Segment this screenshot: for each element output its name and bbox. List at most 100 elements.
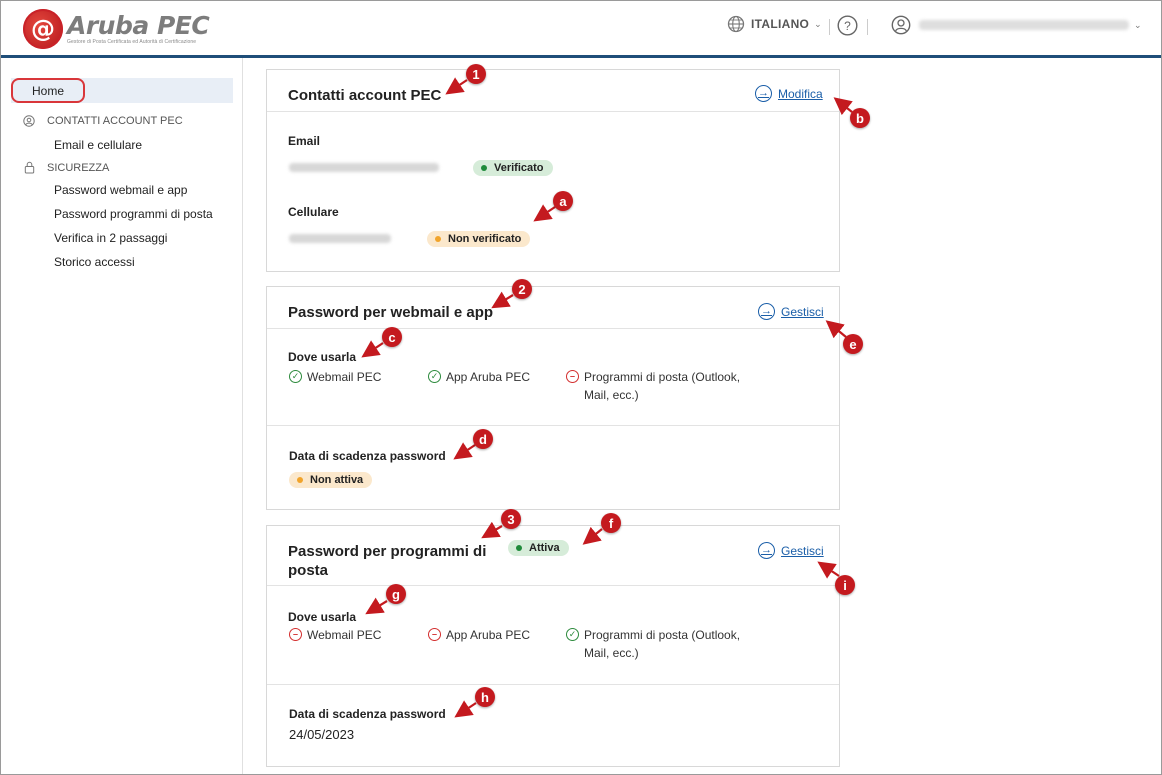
status-dot-icon — [481, 165, 487, 171]
chevron-down-icon: ⌄ — [1134, 19, 1142, 30]
sidebar-item-email-cellulare[interactable]: Email e cellulare — [54, 138, 142, 152]
client-password-header: Password per programmi di posta Attiva →… — [267, 526, 839, 586]
phone-value-redacted — [289, 234, 391, 243]
annotation-marker-2: 2 — [512, 279, 532, 299]
contacts-card: Contatti account PEC → Modifica Email Ve… — [266, 69, 840, 272]
phone-status-badge: Non verificato — [427, 231, 531, 247]
minus-circle-icon: – — [428, 628, 441, 641]
use-app-aruba-pec: – App Aruba PEC — [428, 626, 530, 644]
check-circle-icon: ✓ — [428, 370, 441, 383]
use-mail-clients: ✓ Programmi di posta (Outlook, Mail, ecc… — [566, 626, 766, 662]
arrow-right-circle-icon: → — [758, 542, 775, 559]
arrow-right-circle-icon: → — [755, 85, 772, 102]
sidebar-section-security: SICUREZZA — [21, 161, 109, 174]
lock-icon — [24, 161, 34, 174]
client-password-status-badge: Attiva — [508, 540, 569, 556]
sidebar-item-verifica-2-passaggi[interactable]: Verifica in 2 passaggi — [54, 231, 167, 245]
webmail-where-label: Dove usarla — [288, 350, 357, 364]
app-window: @ Aruba PEC Gestore di Posta Certificata… — [0, 0, 1162, 775]
client-password-manage-label: Gestisci — [781, 543, 824, 558]
sidebar-section-contacts: CONTATTI ACCOUNT PEC — [21, 115, 183, 127]
contacts-edit-label: Modifica — [778, 86, 823, 101]
logo-mark-icon: @ — [23, 9, 63, 49]
use-label: Webmail PEC — [307, 628, 382, 642]
language-selector[interactable]: ITALIANO ⌄ — [727, 15, 822, 33]
sidebar-item-storico-accessi[interactable]: Storico accessi — [54, 255, 135, 269]
contacts-card-header: Contatti account PEC → Modifica — [267, 70, 839, 112]
annotation-marker-d: d — [473, 429, 493, 449]
section-divider — [267, 425, 839, 426]
sidebar-section-label: CONTATTI ACCOUNT PEC — [47, 115, 183, 127]
client-expiry-date: 24/05/2023 — [289, 727, 355, 742]
client-expiry-label: Data di scadenza password — [289, 707, 446, 721]
logo-title: Aruba PEC — [67, 11, 210, 40]
minus-circle-icon: – — [289, 628, 302, 641]
sidebar-item-password-webmail[interactable]: Password webmail e app — [54, 183, 187, 197]
client-password-card: Password per programmi di posta Attiva →… — [266, 525, 840, 767]
webmail-expiry-label: Data di scadenza password — [289, 449, 446, 463]
webmail-expiry-badge: Non attiva — [289, 472, 373, 488]
client-password-title: Password per programmi di posta — [288, 543, 487, 579]
top-header: @ Aruba PEC Gestore di Posta Certificata… — [1, 1, 1161, 55]
webmail-expiry-status: Non attiva — [310, 474, 364, 486]
email-status-badge: Verificato — [473, 160, 553, 176]
section-divider — [267, 684, 839, 685]
minus-circle-icon: – — [566, 370, 579, 383]
annotation-marker-c: c — [382, 327, 402, 347]
user-icon — [891, 15, 911, 35]
annotation-marker-e: e — [843, 334, 863, 354]
annotation-marker-1: 1 — [466, 64, 486, 84]
status-dot-icon — [435, 236, 441, 242]
annotation-marker-b: b — [850, 108, 870, 128]
sidebar-item-home-row[interactable]: Home — [11, 78, 233, 103]
logo-subtitle: Gestore di Posta Certificata ed Autorità… — [67, 39, 197, 45]
webmail-password-header: Password per webmail e app → Gestisci — [267, 287, 839, 329]
email-label: Email — [288, 134, 321, 148]
svg-text:?: ? — [844, 19, 851, 33]
annotation-marker-3: 3 — [501, 509, 521, 529]
aruba-pec-logo[interactable]: @ Aruba PEC Gestore di Posta Certificata… — [23, 9, 210, 49]
help-button[interactable]: ? — [837, 15, 858, 36]
use-label: Programmi di posta (Outlook, Mail, ecc.) — [584, 370, 741, 402]
annotation-marker-i: i — [835, 575, 855, 595]
use-label: App Aruba PEC — [446, 370, 531, 384]
user-account-redacted — [919, 20, 1129, 30]
arrow-right-circle-icon: → — [758, 303, 775, 320]
webmail-password-manage-link[interactable]: → Gestisci — [758, 303, 824, 320]
phone-label: Cellulare — [288, 205, 339, 219]
phone-status-label: Non verificato — [448, 233, 522, 245]
sidebar-item-home[interactable]: Home — [11, 78, 85, 103]
check-circle-icon: ✓ — [566, 628, 579, 641]
use-mail-clients: – Programmi di posta (Outlook, Mail, ecc… — [566, 368, 766, 404]
globe-icon — [727, 15, 745, 33]
annotation-marker-h: h — [475, 687, 495, 707]
client-where-label: Dove usarla — [288, 610, 357, 624]
webmail-password-card: Password per webmail e app → Gestisci Do… — [266, 286, 840, 510]
use-webmail-pec: ✓ Webmail PEC — [289, 368, 381, 386]
header-divider — [867, 19, 868, 35]
annotation-marker-a: a — [553, 191, 573, 211]
contacts-title: Contatti account PEC — [288, 87, 442, 104]
language-label: ITALIANO — [751, 17, 810, 31]
annotation-marker-f: f — [601, 513, 621, 533]
sidebar-section-label: SICUREZZA — [47, 161, 110, 174]
use-label: Webmail PEC — [307, 370, 382, 384]
help-icon: ? — [837, 15, 858, 36]
sidebar: Home CONTATTI ACCOUNT PEC Email e cellul… — [1, 58, 243, 774]
header-divider — [829, 19, 830, 35]
sidebar-item-password-programmi[interactable]: Password programmi di posta — [54, 207, 213, 221]
user-menu[interactable]: ⌄ — [891, 15, 1142, 35]
use-label: App Aruba PEC — [446, 628, 531, 642]
contacts-edit-link[interactable]: → Modifica — [755, 85, 823, 102]
status-dot-icon — [297, 477, 303, 483]
user-circle-icon — [23, 115, 35, 127]
status-dot-icon — [516, 545, 522, 551]
use-app-aruba-pec: ✓ App Aruba PEC — [428, 368, 530, 386]
client-password-manage-link[interactable]: → Gestisci — [758, 542, 824, 559]
annotation-marker-g: g — [386, 584, 406, 604]
webmail-password-title: Password per webmail e app — [288, 304, 494, 321]
email-value-redacted — [289, 163, 439, 172]
use-label: Programmi di posta (Outlook, Mail, ecc.) — [584, 628, 741, 660]
webmail-password-manage-label: Gestisci — [781, 304, 824, 319]
use-webmail-pec: – Webmail PEC — [289, 626, 381, 644]
